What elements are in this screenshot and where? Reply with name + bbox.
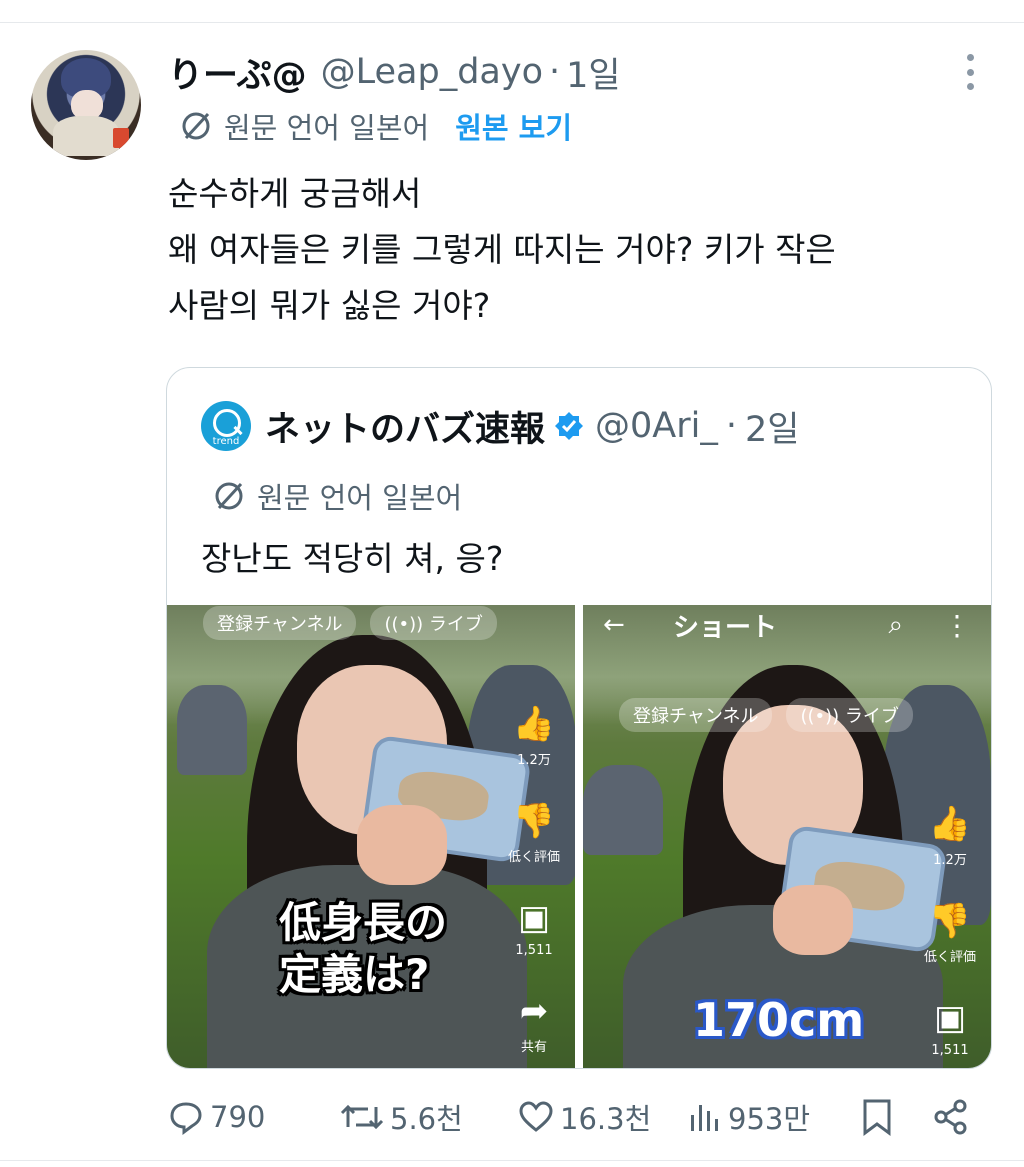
more-options-icon[interactable] [960, 54, 980, 90]
share-button[interactable] [932, 1092, 976, 1142]
heart-icon [519, 1101, 553, 1132]
views-count: 953만 [728, 1102, 811, 1136]
tweet-text: 순수하게 궁금해서 왜 여자들은 키를 그렇게 따지는 거야? 키가 작은 사람… [168, 166, 836, 334]
height-caption: 170cm [693, 993, 865, 1047]
quoted-tweet-text: 장난도 적당히 쳐, 응? [201, 539, 504, 578]
separator: · [725, 406, 737, 446]
shorts-side-actions: 👍 1.2万 👎 低く評価 ▣ 1,511 ➦ 共有 [499, 705, 569, 1068]
comment-count: 1,511 [515, 943, 553, 958]
like-button[interactable]: 16.3천 [518, 1092, 651, 1142]
reply-button[interactable]: 790 [168, 1092, 265, 1142]
shorts-side-actions: 👍 1.2万 👎 低く評価 ▣ 1,511 [915, 805, 985, 1068]
chip-subscriptions[interactable]: 登録チャンネル [203, 606, 357, 640]
verified-badge-icon [555, 412, 584, 440]
media-image-left[interactable]: 登録チャンネル ((•)) ライブ 👍 1.2万 👎 低く評価 ▣ 1,511 … [167, 605, 575, 1068]
translate-icon [182, 112, 210, 140]
tweet-header: りーぷ@ @Leap_dayo · 1일 [168, 50, 621, 96]
caption-line: 定義は? [279, 950, 430, 999]
translate-icon [215, 482, 243, 510]
logo-text: trend [212, 436, 240, 447]
show-original-link[interactable]: 원본 보기 [455, 105, 572, 147]
quoted-tweet-time[interactable]: 2일 [745, 401, 799, 452]
channel-chips: 登録チャンネル ((•)) ライブ [167, 605, 575, 641]
tweet-action-bar: 790 5.6천 16.3천 953만 [0, 1092, 1024, 1142]
like-count: 1.2万 [933, 853, 967, 868]
bookmark-icon [863, 1099, 891, 1136]
tweet-time[interactable]: 1일 [566, 47, 620, 98]
quoted-author-avatar[interactable]: trend [201, 401, 251, 451]
tweet-text-line: 사람의 뭐가 싫은 거야? [168, 286, 491, 325]
reply-count: 790 [210, 1100, 266, 1134]
tweet-text-line: 순수하게 궁금해서 [168, 174, 422, 213]
analytics-icon [691, 1105, 718, 1131]
chip-subscriptions[interactable]: 登録チャンネル [619, 698, 773, 732]
bottom-divider [0, 1160, 1024, 1161]
video-caption: 低身長の 定義は? [279, 897, 447, 1001]
shorts-title: ショート [673, 612, 778, 643]
quoted-author-name[interactable]: ネットのバズ速報 [265, 401, 545, 452]
retweet-icon [340, 1104, 384, 1130]
retweet-count: 5.6천 [390, 1102, 463, 1136]
dislike-thumb-icon: 👎 [512, 801, 556, 841]
share-icon [934, 1099, 967, 1135]
comment-icon: ▣ [517, 898, 551, 938]
top-divider [0, 22, 1024, 23]
reply-icon [170, 1102, 202, 1135]
like-thumb-icon: 👍 [928, 804, 972, 844]
like-thumb-icon: 👍 [512, 704, 556, 744]
quoted-translation-row: 원문 언어 일본어 [213, 476, 462, 516]
author-name[interactable]: りーぷ@ [168, 47, 307, 98]
share-icon: ➦ [519, 991, 549, 1031]
dislike-label: 低く評価 [923, 950, 976, 965]
dislike-thumb-icon: 👎 [928, 901, 972, 941]
channel-chips: 登録チャンネル ((•)) ライブ [583, 697, 991, 733]
shorts-top-bar: ← ショート ⌕ ⋮ [583, 605, 991, 645]
quoted-author-handle[interactable]: @0Ari_ [595, 406, 718, 446]
tweet-text-line: 왜 여자들은 키를 그렇게 따지는 거야? 키가 작은 [168, 230, 836, 269]
bookmark-button[interactable] [860, 1092, 900, 1142]
share-label: 共有 [520, 1040, 547, 1055]
back-arrow-icon[interactable]: ← [603, 610, 643, 640]
media-image-right[interactable]: ← ショート ⌕ ⋮ 登録チャンネル ((•)) ライブ 👍 1.2万 👎 低く… [583, 605, 991, 1068]
like-count: 1.2万 [517, 753, 551, 768]
retweet-button[interactable]: 5.6천 [340, 1092, 463, 1142]
dislike-label: 低く評価 [507, 850, 560, 865]
views-button[interactable]: 953만 [686, 1092, 810, 1142]
like-count: 16.3천 [560, 1102, 652, 1136]
comment-icon: ▣ [933, 998, 967, 1038]
author-handle[interactable]: @Leap_dayo [321, 52, 543, 92]
chip-live[interactable]: ((•)) ライブ [370, 606, 497, 640]
translation-note: 원문 언어 일본어 [224, 111, 430, 145]
translation-row: 원문 언어 일본어 원본 보기 [180, 106, 572, 146]
translation-note: 원문 언어 일본어 [257, 481, 463, 515]
separator: · [548, 52, 561, 92]
search-icon[interactable]: ⌕ [888, 610, 903, 641]
more-vertical-icon[interactable]: ⋮ [943, 609, 971, 642]
author-avatar[interactable] [31, 50, 141, 160]
chip-live[interactable]: ((•)) ライブ [786, 698, 913, 732]
caption-line: 低身長の [279, 898, 448, 947]
quoted-tweet-header: trend ネットのバズ速報 @0Ari_ · 2일 [201, 400, 799, 452]
comment-count: 1,511 [931, 1043, 969, 1058]
quoted-tweet-card[interactable]: trend ネットのバズ速報 @0Ari_ · 2일 원문 언어 일본어 장난도… [166, 367, 992, 1069]
